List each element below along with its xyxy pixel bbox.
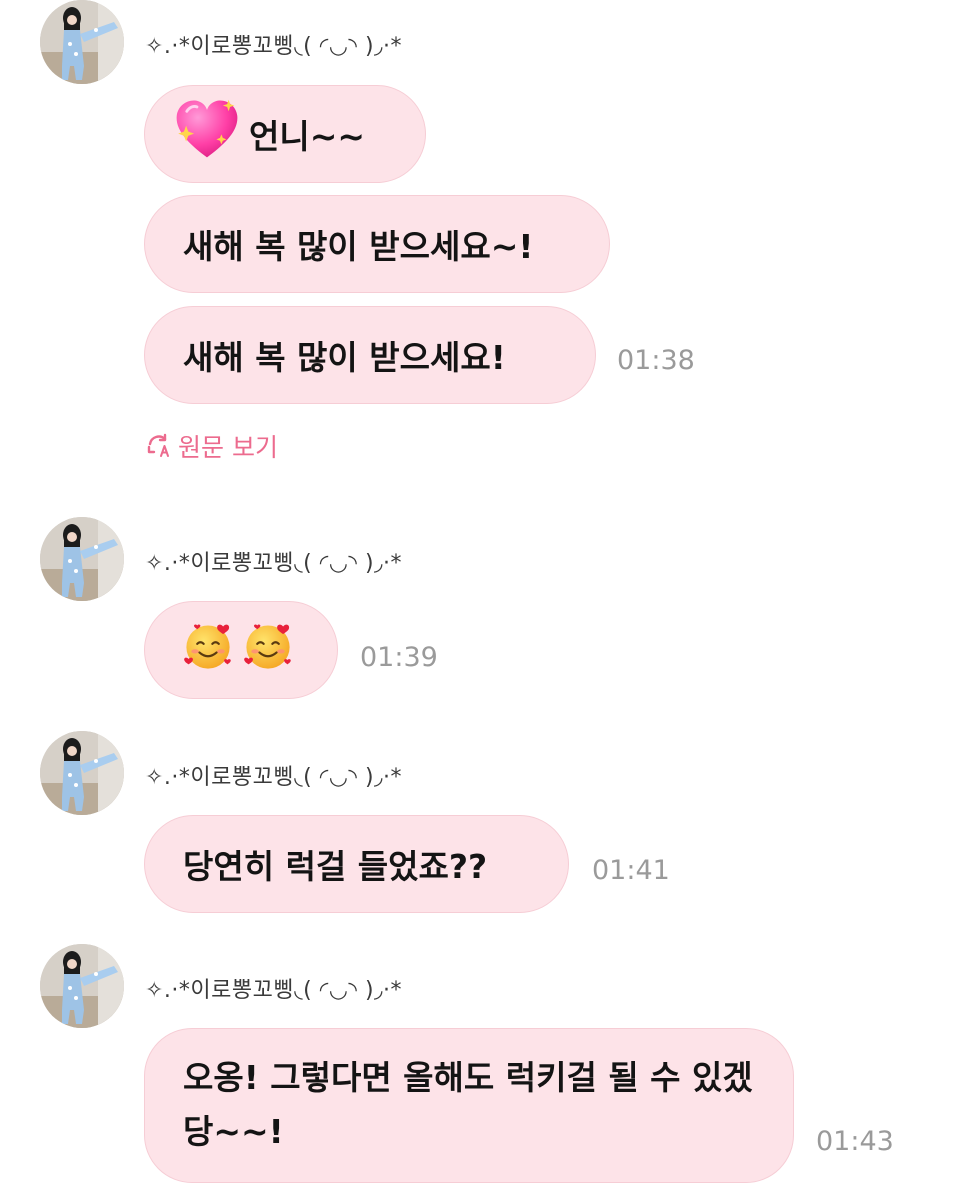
view-original-label: 원문 보기 [178, 433, 278, 462]
chat-bubble[interactable]: 오옹! 그렇다면 올해도 럭키걸 될 수 있겠당~~! [144, 1028, 794, 1183]
chat-bubble[interactable]: 새해 복 많이 받으세요! [144, 306, 596, 404]
sender-name: ✧.·*이로뽕꼬삥◟( ◜◡◝ )◞·* [145, 34, 403, 59]
message-timestamp: 01:38 [617, 345, 695, 376]
message-text: 당연히 럭걸 들었죠?? [183, 847, 488, 886]
message-timestamp: 01:41 [592, 855, 670, 886]
chat-bubble[interactable] [144, 601, 338, 699]
sender-name: ✧.·*이로뽕꼬삥◟( ◜◡◝ )◞·* [145, 978, 403, 1003]
message-timestamp: 01:39 [360, 642, 438, 673]
chat-bubble[interactable]: 새해 복 많이 받으세요~! [144, 195, 610, 293]
message-text: 새해 복 많이 받으세요! [183, 338, 506, 377]
view-original-link[interactable]: 원문 보기 [144, 428, 278, 464]
smiling-face-with-hearts-icon [181, 619, 235, 681]
chat-bubble[interactable]: 당연히 럭걸 들었죠?? [144, 815, 569, 913]
sparkling-heart-icon [171, 94, 243, 174]
message-text: 새해 복 많이 받으세요~! [183, 227, 534, 266]
sender-avatar[interactable] [40, 731, 124, 815]
sender-avatar[interactable] [40, 517, 124, 601]
sender-avatar[interactable] [40, 944, 124, 1028]
message-text: 언니~~ [249, 117, 366, 156]
sender-avatar[interactable] [40, 0, 124, 84]
sender-name: ✧.·*이로뽕꼬삥◟( ◜◡◝ )◞·* [145, 765, 403, 790]
message-timestamp: 01:43 [816, 1126, 894, 1157]
sender-name: ✧.·*이로뽕꼬삥◟( ◜◡◝ )◞·* [145, 551, 403, 576]
message-text: 오옹! 그렇다면 올해도 럭키걸 될 수 있겠당~~! [183, 1058, 753, 1151]
translate-icon [144, 432, 172, 460]
chat-bubble[interactable]: 언니~~ [144, 85, 426, 183]
smiling-face-with-hearts-icon [241, 619, 295, 681]
